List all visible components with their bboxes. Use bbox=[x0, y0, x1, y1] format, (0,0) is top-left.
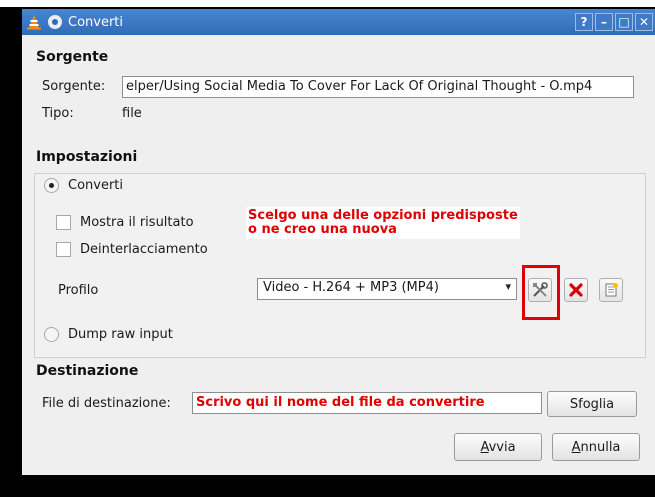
profile-annotation: Scelgo una delle opzioni predisposte o n… bbox=[246, 207, 520, 239]
source-field[interactable]: elper/Using Social Media To Cover For La… bbox=[122, 76, 634, 98]
dump-raw-radio[interactable] bbox=[44, 327, 59, 342]
show-output-checkbox[interactable] bbox=[56, 215, 71, 230]
minimize-button[interactable]: – bbox=[595, 13, 613, 31]
settings-section-title: Impostazioni bbox=[36, 149, 138, 165]
browse-button[interactable]: Sfoglia bbox=[547, 391, 637, 417]
titlebar: Converti ? – □ ✕ bbox=[22, 9, 655, 35]
source-section-title: Sorgente bbox=[36, 49, 109, 65]
delete-x-icon bbox=[569, 283, 583, 297]
chevron-down-icon: ▾ bbox=[505, 280, 511, 293]
edit-profile-highlight bbox=[522, 265, 560, 320]
profile-annotation-line2: o ne creo una nuova bbox=[248, 222, 397, 237]
type-value: file bbox=[122, 106, 142, 121]
new-profile-button[interactable] bbox=[599, 278, 623, 302]
help-button[interactable]: ? bbox=[575, 13, 593, 31]
dump-raw-label: Dump raw input bbox=[68, 327, 173, 342]
destination-file-field[interactable]: Scrivo qui il nome del file da convertir… bbox=[192, 392, 542, 414]
convert-radio[interactable] bbox=[44, 178, 59, 193]
new-document-icon bbox=[605, 283, 618, 297]
deinterlace-label: Deinterlacciamento bbox=[80, 242, 208, 257]
start-button-label: Avvia bbox=[480, 439, 516, 455]
screen-top-strip bbox=[0, 0, 655, 7]
profile-selected-value: Video - H.264 + MP3 (MP4) bbox=[263, 280, 439, 295]
cancel-button[interactable]: Annulla bbox=[552, 433, 640, 461]
destination-section-title: Destinazione bbox=[36, 363, 139, 379]
show-output-label: Mostra il risultato bbox=[80, 215, 194, 230]
source-label: Sorgente: bbox=[42, 79, 106, 94]
deinterlace-checkbox[interactable] bbox=[56, 242, 71, 257]
convert-radio-label: Converti bbox=[68, 178, 124, 193]
profile-annotation-line1: Scelgo una delle opzioni predisposte bbox=[248, 208, 518, 223]
destination-file-label: File di destinazione: bbox=[42, 396, 171, 411]
cancel-button-label: Annulla bbox=[571, 439, 621, 455]
convert-dialog: Converti ? – □ ✕ Sorgente Sorgente: elpe… bbox=[22, 9, 655, 475]
delete-profile-button[interactable] bbox=[564, 278, 588, 302]
window-title: Converti bbox=[68, 14, 124, 30]
type-label: Tipo: bbox=[42, 106, 74, 121]
start-button[interactable]: Avvia bbox=[454, 433, 542, 461]
profile-select[interactable]: Video - H.264 + MP3 (MP4) ▾ bbox=[257, 278, 517, 300]
close-button[interactable]: ✕ bbox=[635, 13, 653, 31]
vlc-cone-icon bbox=[27, 15, 41, 30]
maximize-button[interactable]: □ bbox=[615, 13, 633, 31]
window-menu-icon[interactable] bbox=[48, 15, 62, 29]
profile-label: Profilo bbox=[58, 283, 99, 298]
